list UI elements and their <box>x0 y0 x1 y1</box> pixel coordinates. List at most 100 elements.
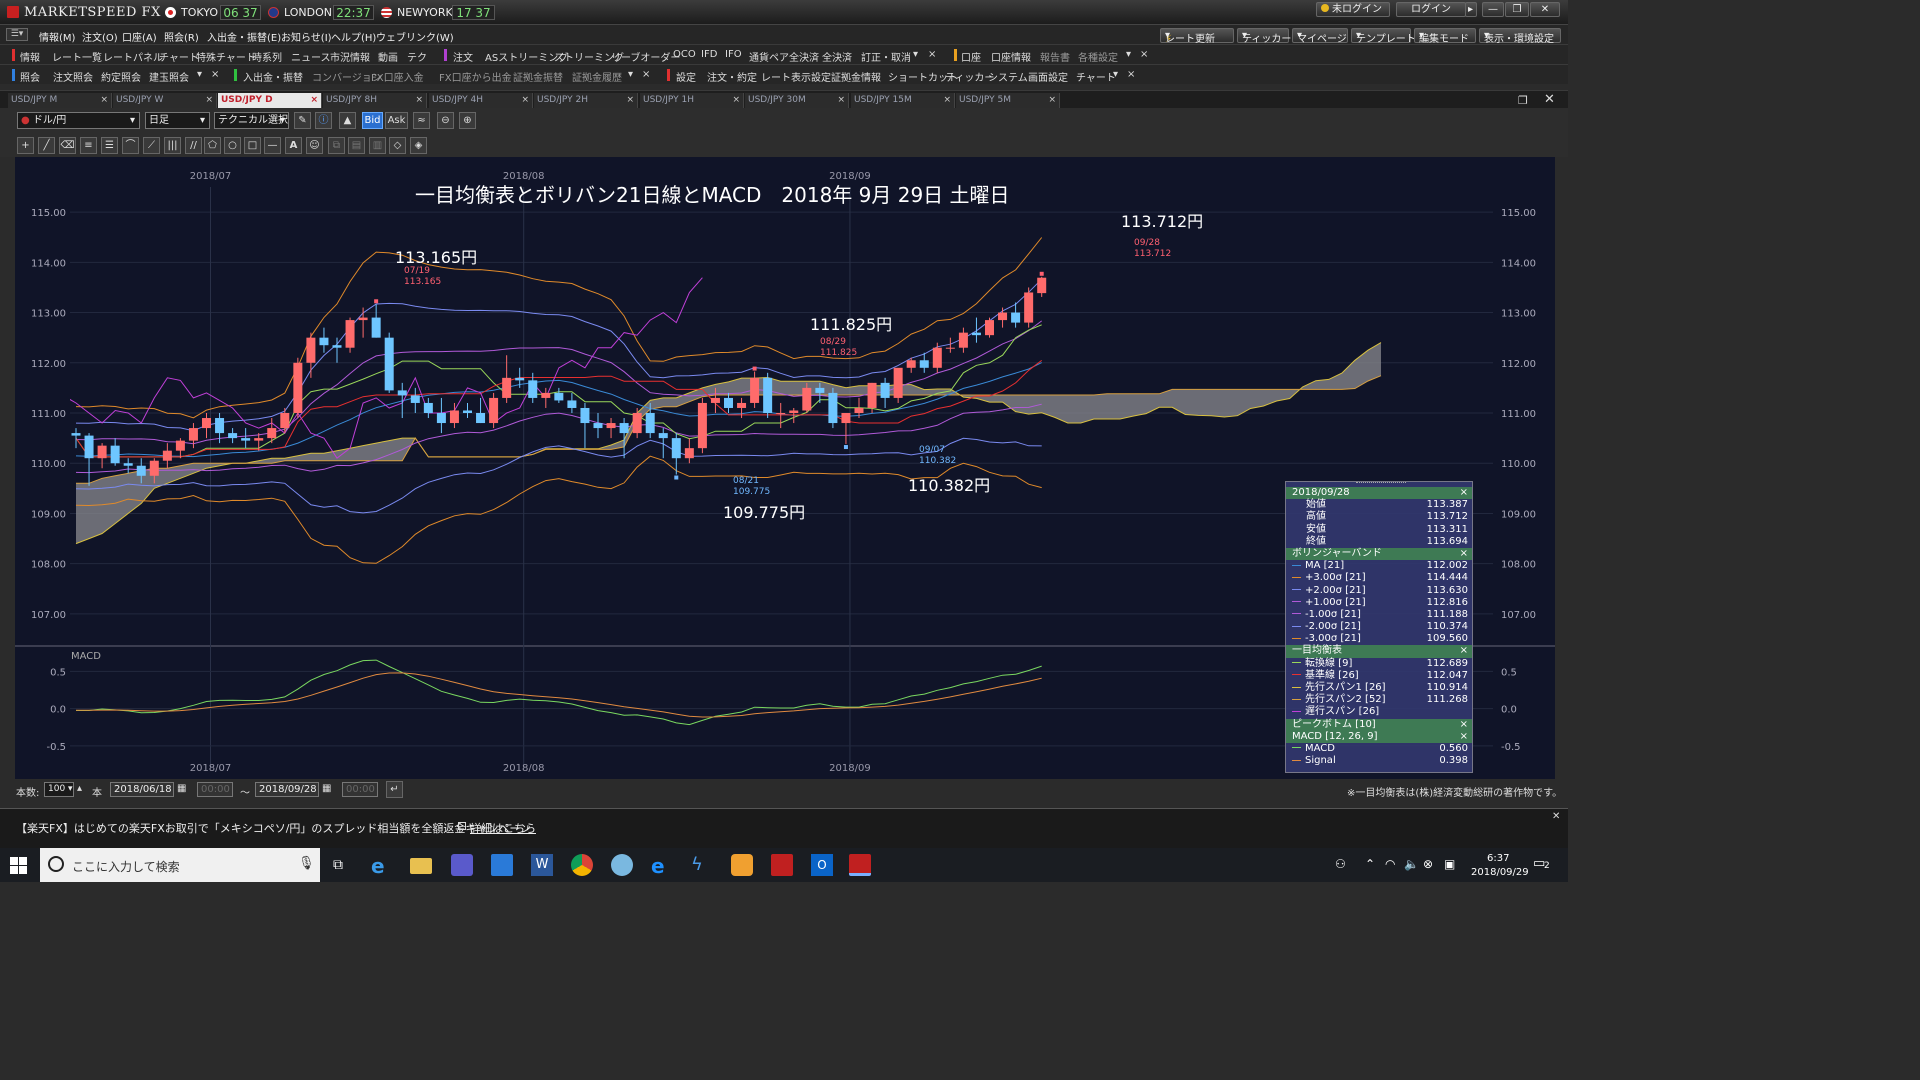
mountain-chart-icon[interactable]: ▲ <box>339 112 356 129</box>
toolbar-all-settle[interactable]: 全決済 <box>822 49 852 64</box>
tab-close-icon[interactable]: × <box>415 93 423 108</box>
toolbar-inquiry[interactable]: 照会 <box>20 69 40 84</box>
toolbar2c-close-icon[interactable]: × <box>1127 69 1135 80</box>
tab-close-icon[interactable]: × <box>310 93 318 108</box>
toolbar-deposit-transfer[interactable]: 入出金・振替 <box>243 69 303 84</box>
tab-usdjpy-8h[interactable]: USD/JPY 8H × <box>323 93 427 108</box>
close-icon[interactable]: × <box>1460 731 1468 743</box>
taskbar-time[interactable]: 6:37 <box>1487 853 1509 864</box>
hline-icon[interactable]: — <box>264 137 281 154</box>
toolbar-video[interactable]: 動画 <box>378 49 398 64</box>
icon-tool-icon[interactable]: ☺ <box>306 137 323 154</box>
toolbar-rate-list[interactable]: レート一覧 <box>52 49 102 64</box>
delete-icon[interactable]: ◇ <box>389 137 406 154</box>
toolbar-screen-setting[interactable]: 画面設定 <box>1028 69 1068 84</box>
toolbar-account[interactable]: 口座 <box>961 49 981 64</box>
fan-icon[interactable]: ⟋ <box>143 137 160 154</box>
toolbar2-more-arrow[interactable]: ▾ <box>197 69 202 80</box>
edit-mode-button[interactable]: 編集モード ▾ <box>1414 28 1476 45</box>
close-icon[interactable]: × <box>1460 645 1468 657</box>
bid-button[interactable]: Bid <box>362 112 383 129</box>
ticker-button[interactable]: ティッカー ▾ <box>1237 28 1291 45</box>
menu-order[interactable]: 注文(O) <box>82 29 118 44</box>
windows-start-icon[interactable] <box>10 857 28 875</box>
toolbar-position-inquiry[interactable]: 建玉照会 <box>149 69 189 84</box>
toolbar-setting[interactable]: 設定 <box>676 69 696 84</box>
tab-close-icon[interactable]: × <box>732 93 740 108</box>
microphone-icon[interactable]: 🎙 <box>298 856 315 871</box>
toolbar-oco[interactable]: OCO <box>673 49 696 60</box>
toolbar-system[interactable]: システム <box>988 69 1028 84</box>
toolbar-more-arrow[interactable]: ▾ <box>913 49 918 60</box>
minimize-button[interactable]: — <box>1482 2 1504 17</box>
calendar-from-icon[interactable]: ▦ <box>177 783 186 794</box>
tab-close-icon[interactable]: × <box>943 93 951 108</box>
tab-close-icon[interactable]: × <box>626 93 634 108</box>
toolbar-report[interactable]: 報告書 <box>1040 49 1070 64</box>
toolbar-margin-transfer[interactable]: 証拠金振替 <box>513 69 563 84</box>
tab-usdjpy-1h[interactable]: USD/JPY 1H × <box>640 93 744 108</box>
template-button[interactable]: テンプレート ▾ <box>1351 28 1416 45</box>
ask-button[interactable]: Ask <box>385 112 408 129</box>
tab-usdjpy-15m[interactable]: USD/JPY 15M × <box>851 93 955 108</box>
tab-close-icon[interactable]: × <box>837 93 845 108</box>
menu-deposit[interactable]: 入出金・振替(E) <box>207 29 281 44</box>
pentagon-icon[interactable]: ⬠ <box>204 137 221 154</box>
tab-usdjpy-4h[interactable]: USD/JPY 4H × <box>429 93 533 108</box>
date-from-input[interactable]: 2018/06/18 <box>110 782 174 797</box>
time-to-input[interactable]: 00:00 <box>342 782 378 797</box>
tab-usdjpy-2h[interactable]: USD/JPY 2H × <box>534 93 638 108</box>
login-arrow-button[interactable]: ▸ <box>1465 2 1477 17</box>
character-app-icon[interactable] <box>731 854 753 876</box>
toolbar2c-more-arrow[interactable]: ▾ <box>1113 69 1118 80</box>
word-icon[interactable]: W <box>531 854 553 876</box>
toolbar-close-icon[interactable]: × <box>928 49 936 60</box>
parallel-icon[interactable]: // <box>185 137 202 154</box>
toolbar-pair-settle[interactable]: 通貨ペア全決済 <box>749 49 819 64</box>
toolbar-correct-cancel[interactable]: 訂正・取消 <box>861 49 911 64</box>
tray-x-icon[interactable]: ⊗ <box>1423 857 1433 871</box>
close-icon[interactable]: × <box>1460 548 1468 560</box>
toolbar-order-inquiry[interactable]: 注文照会 <box>53 69 93 84</box>
outlook-icon[interactable]: O <box>811 854 833 876</box>
close-button[interactable]: ✕ <box>1530 2 1560 17</box>
tab-usdjpy-5m[interactable]: USD/JPY 5M × <box>956 93 1060 108</box>
toolbar-ifd[interactable]: IFD <box>701 49 717 60</box>
window-close-icon[interactable]: ✕ <box>1544 92 1555 107</box>
info-icon[interactable]: ⓘ <box>315 112 332 129</box>
copy-icon[interactable]: ⧉ <box>328 137 345 154</box>
rectangle-icon[interactable]: □ <box>244 137 261 154</box>
toolbar-fx-withdraw[interactable]: FX口座から出金 <box>439 69 512 84</box>
menu-help[interactable]: ヘルプ(H) <box>331 29 376 44</box>
chrome-icon[interactable] <box>571 854 593 876</box>
news-link[interactable]: 詳細はこちら <box>470 820 536 836</box>
menu-info[interactable]: 情報(M) <box>39 29 75 44</box>
calendar-to-icon[interactable]: ▦ <box>322 783 331 794</box>
toolbar1-more-arrow[interactable]: ▾ <box>1126 49 1131 60</box>
tray-up-icon[interactable]: ⌃ <box>1365 857 1375 871</box>
task-view-icon[interactable]: ⧉ <box>333 857 343 873</box>
edge-legacy-icon[interactable]: e <box>371 854 393 878</box>
tab-close-icon[interactable]: × <box>100 93 108 108</box>
count-select[interactable]: 100 ▾ <box>44 782 74 797</box>
tab-close-icon[interactable]: × <box>1048 93 1056 108</box>
paste-icon[interactable]: ▤ <box>348 137 365 154</box>
technical-select[interactable]: テクニカル選択 ▾ <box>214 112 289 129</box>
menu-account[interactable]: 口座(A) <box>122 29 157 44</box>
tray-app-icon[interactable]: ▣ <box>1444 857 1455 871</box>
toolbar-market-info[interactable]: 市況情報 <box>330 49 370 64</box>
indicator-icon[interactable]: ≈ <box>413 112 430 129</box>
toolbar-account-info[interactable]: 口座情報 <box>991 49 1031 64</box>
tab-usdjpy-30m[interactable]: USD/JPY 30M × <box>745 93 849 108</box>
toolbar2b-more-arrow[interactable]: ▾ <box>628 69 633 80</box>
apply-range-icon[interactable]: ↵ <box>386 781 403 798</box>
taskbar-date[interactable]: 2018/09/29 <box>1471 867 1529 878</box>
mypage-button[interactable]: マイページ ▾ <box>1292 28 1348 45</box>
tab-close-icon[interactable]: × <box>521 93 529 108</box>
toolbar-rate-display[interactable]: レート表示設定 <box>761 69 831 84</box>
menu-weblink[interactable]: ウェブリンク(W) <box>376 29 454 44</box>
toolbar1-close-icon[interactable]: × <box>1140 49 1148 60</box>
tab-usdjpy-m[interactable]: USD/JPY M × <box>8 93 112 108</box>
text-icon[interactable]: A <box>285 137 302 154</box>
wifi-icon[interactable]: ◠ <box>1385 857 1395 871</box>
